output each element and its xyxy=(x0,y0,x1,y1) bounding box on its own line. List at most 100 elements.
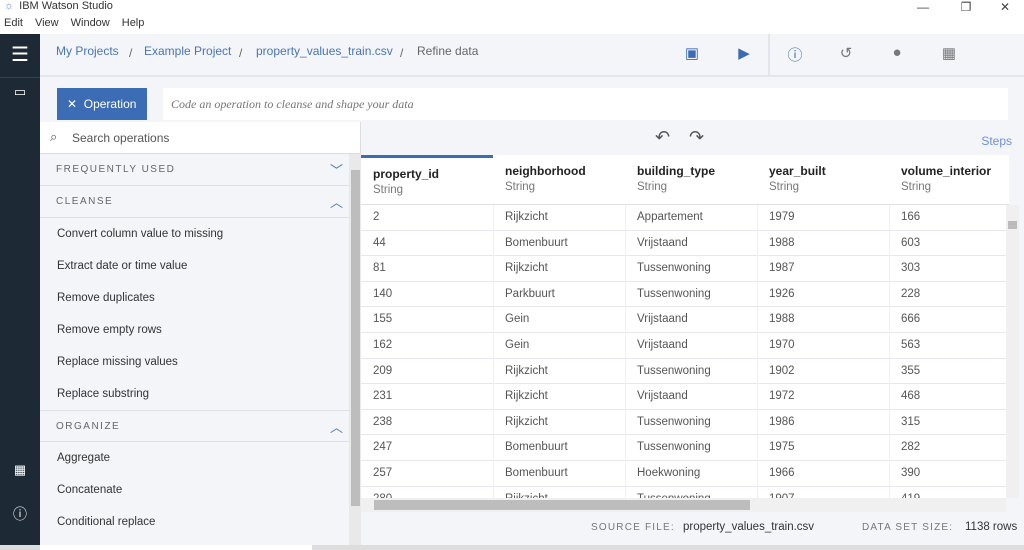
dataset-size-value: 1138 rows xyxy=(965,521,1018,533)
folder-icon[interactable]: ▭ xyxy=(0,84,40,100)
breadcrumb-separator: / xyxy=(400,46,404,60)
operation-item[interactable]: Convert column value to missing xyxy=(57,228,223,240)
table-row[interactable]: 140 Parkbuurt Tussenwoning 1926 228 xyxy=(361,282,1009,308)
menu-help[interactable]: Help xyxy=(122,17,145,29)
operation-item[interactable]: Replace substring xyxy=(57,388,149,400)
operation-item[interactable]: Extract date or time value xyxy=(57,260,187,272)
table-cell: Gein xyxy=(505,313,530,326)
table-cell: 1988 xyxy=(769,313,795,326)
table-cell: 228 xyxy=(901,287,921,300)
maximize-button[interactable]: ❐ xyxy=(951,0,981,17)
table-row[interactable]: 155 Gein Vrijstaand 1988 666 xyxy=(361,307,1009,333)
info-icon[interactable]: ⓘ xyxy=(785,44,805,64)
breadcrumb-file[interactable]: property_values_train.csv xyxy=(256,44,393,58)
operation-item[interactable]: Remove duplicates xyxy=(57,292,155,304)
table-cell: 155 xyxy=(373,313,393,326)
menu-window[interactable]: Window xyxy=(71,17,110,29)
table-cell: 1902 xyxy=(769,364,795,377)
table-cell: Tussenwoning xyxy=(637,287,711,300)
collaborators-icon[interactable]: ● xyxy=(887,44,907,64)
table-cell: 209 xyxy=(373,364,393,377)
section-organize[interactable]: ORGANIZE ︿ xyxy=(40,410,349,442)
hamburger-menu-icon[interactable]: ☰ xyxy=(0,42,40,67)
footer: SOURCE FILE: property_values_train.csv D… xyxy=(361,512,1024,545)
column-header-neighborhood[interactable]: neighborhood String xyxy=(493,155,625,205)
steps-link[interactable]: Steps xyxy=(981,134,1012,148)
operations-panel: ⌕ Search operations FREQUENTLY USED ﹀ CLE… xyxy=(40,122,361,545)
table-cell: 2 xyxy=(373,211,380,223)
table-row[interactable]: 44 Bomenbuurt Vrijstaand 1988 603 xyxy=(361,231,1009,257)
table-cell: Rijkzicht xyxy=(505,390,548,403)
header: My Projects / Example Project / property… xyxy=(40,34,1024,77)
source-file-label: SOURCE FILE: xyxy=(591,522,675,533)
menu-edit[interactable]: Edit xyxy=(4,17,23,29)
undo-icon[interactable]: ↶ xyxy=(655,127,670,148)
table-cell: Rijkzicht xyxy=(505,364,548,377)
minimize-button[interactable]: — xyxy=(908,0,938,17)
history-icon[interactable]: ↺ xyxy=(836,44,856,64)
breadcrumb-example-project[interactable]: Example Project xyxy=(144,44,231,58)
scroll-thumb[interactable] xyxy=(374,500,750,510)
column-header-volume_interior[interactable]: volume_interior String xyxy=(889,155,1009,205)
table-cell: Gein xyxy=(505,339,530,351)
table-row[interactable]: 231 Rijkzicht Vrijstaand 1972 468 xyxy=(361,384,1009,410)
redo-icon[interactable]: ↷ xyxy=(689,127,704,148)
table-vertical-scrollbar[interactable] xyxy=(1006,205,1019,498)
close-button[interactable]: ✕ xyxy=(990,0,1020,17)
operation-item[interactable]: Replace missing values xyxy=(57,356,178,368)
section-cleanse[interactable]: CLEANSE ︿ xyxy=(40,186,349,218)
dataset-size-label: DATA SET SIZE: xyxy=(862,522,954,533)
table-cell: Bomenbuurt xyxy=(505,441,568,454)
grid-view-icon[interactable]: ▦ xyxy=(939,44,959,64)
table-row[interactable]: 238 Rijkzicht Tussenwoning 1986 315 xyxy=(361,410,1009,436)
chevron-up-icon: ︿ xyxy=(329,195,343,210)
table-cell: Rijkzicht xyxy=(505,262,548,275)
table-cell: Appartement xyxy=(637,211,703,223)
scroll-thumb[interactable] xyxy=(351,170,360,506)
table-cell: Rijkzicht xyxy=(505,415,548,428)
table-cell: Parkbuurt xyxy=(505,287,555,300)
menu-view[interactable]: View xyxy=(35,17,59,29)
help-icon[interactable]: ⓘ xyxy=(0,504,40,524)
table-horizontal-scrollbar[interactable] xyxy=(361,498,1006,512)
operation-item[interactable]: Remove empty rows xyxy=(57,324,162,336)
table-row[interactable]: 162 Gein Vrijstaand 1970 563 xyxy=(361,333,1009,359)
table-row[interactable]: 280RijkzichtTussenwoning1907419 xyxy=(361,487,1009,498)
operation-item[interactable]: Conditional replace xyxy=(57,516,155,528)
table-cell: Vrijstaand xyxy=(637,236,688,249)
table-row[interactable]: 257 Bomenbuurt Hoekwoning 1966 390 xyxy=(361,461,1009,487)
table-row[interactable]: 2 Rijkzicht Appartement 1979 166 xyxy=(361,205,1009,231)
operation-code-input[interactable] xyxy=(163,88,1008,120)
column-divider xyxy=(493,205,494,498)
table-cell: Tussenwoning xyxy=(637,415,711,428)
table-cell: 1979 xyxy=(769,211,795,223)
save-job-icon[interactable]: ▣ xyxy=(682,44,702,64)
column-header-building_type[interactable]: building_type String xyxy=(625,155,757,205)
menu-bar: Edit View Window Help xyxy=(0,17,1024,34)
table-cell: Bomenbuurt xyxy=(505,236,568,249)
table-cell: 666 xyxy=(901,313,921,326)
run-icon[interactable]: ▶ xyxy=(734,44,754,64)
breadcrumb-my-projects[interactable]: My Projects xyxy=(56,44,119,58)
operations-scrollbar[interactable] xyxy=(349,154,361,545)
column-header-property_id[interactable]: property_id String xyxy=(361,155,493,205)
column-divider xyxy=(625,205,626,498)
search-operations-input[interactable]: ⌕ Search operations xyxy=(40,122,360,154)
table-row[interactable]: 247 Bomenbuurt Tussenwoning 1975 282 xyxy=(361,435,1009,461)
apps-grid-icon[interactable]: ▦ xyxy=(0,462,40,478)
table-row[interactable]: 209 Rijkzicht Tussenwoning 1902 355 xyxy=(361,359,1009,385)
table-row[interactable]: 81 Rijkzicht Tussenwoning 1987 303 xyxy=(361,256,1009,282)
breadcrumb-separator: / xyxy=(129,46,133,60)
section-frequently-used[interactable]: FREQUENTLY USED ﹀ xyxy=(40,154,349,186)
table-cell: 162 xyxy=(373,339,393,351)
operation-item[interactable]: Concatenate xyxy=(57,484,122,496)
column-name: building_type xyxy=(637,164,715,178)
table-cell: Vrijstaand xyxy=(637,313,688,326)
table-cell: Tussenwoning xyxy=(637,441,711,454)
breadcrumb-current: Refine data xyxy=(417,44,479,58)
operation-button[interactable]: ✕ Operation xyxy=(57,88,147,120)
table-cell: 282 xyxy=(901,441,921,454)
table-cell: Tussenwoning xyxy=(637,364,711,377)
operation-item[interactable]: Aggregate xyxy=(57,452,110,464)
column-header-year_built[interactable]: year_built String xyxy=(757,155,889,205)
